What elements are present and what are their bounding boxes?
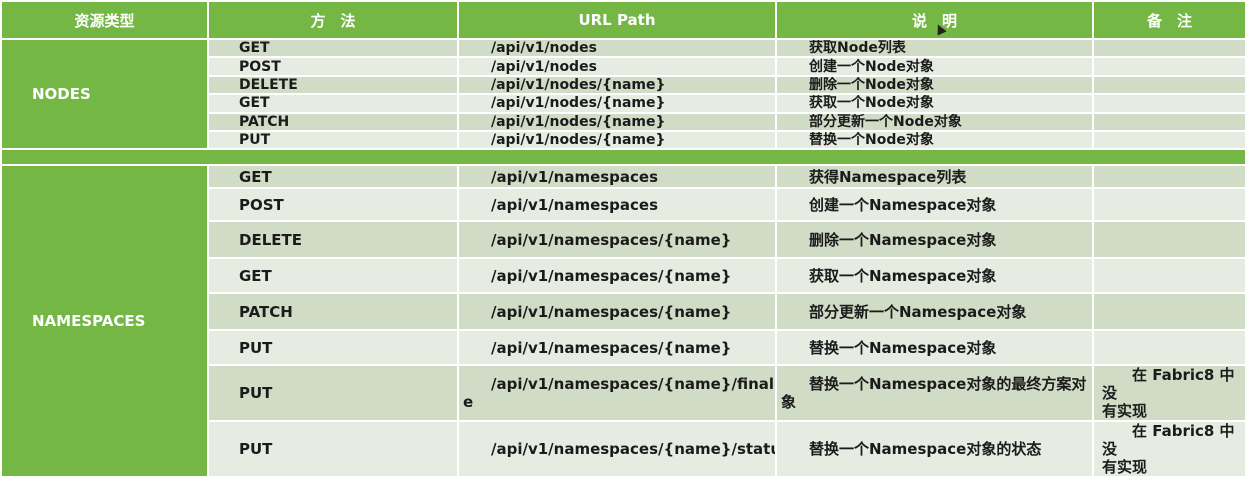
method-cell: DELETE	[209, 76, 457, 94]
note-cell	[1094, 189, 1245, 221]
method-cell: GET	[209, 166, 457, 188]
url-cell: /api/v1/namespaces/{name}/status	[459, 422, 775, 477]
description-cell: 获取Node列表	[777, 40, 1092, 57]
group-separator	[2, 150, 1245, 165]
url-cell: /api/v1/nodes/{name}	[459, 95, 775, 112]
note-cell	[1094, 40, 1245, 57]
url-cell: /api/v1/nodes	[459, 40, 775, 57]
url-cell: /api/v1/namespaces/{name}/finaliz e	[459, 366, 775, 421]
description-cell: 获取一个Node对象	[777, 95, 1092, 112]
method-cell: POST	[209, 58, 457, 75]
description-cell: 替换一个Namespace对象的最终方案对 象	[777, 366, 1092, 421]
method-cell: GET	[209, 40, 457, 57]
header-method: 方 法	[209, 2, 457, 38]
header-note: 备 注	[1094, 2, 1245, 38]
table-row: NODES GET /api/v1/nodes 获取Node列表	[2, 40, 1245, 149]
note-cell	[1094, 166, 1245, 188]
api-table-slide: 资源类型 方 法 URL Path 说 明 备 注 NODES GET /api…	[0, 0, 1245, 480]
note-cell	[1094, 259, 1245, 293]
description-wrap-text: 象	[781, 393, 797, 412]
note-text: 在 Fabric8 中 没	[1102, 366, 1235, 403]
url-cell: /api/v1/namespaces/{name}	[459, 259, 775, 293]
description-cell: 创建一个Namespace对象	[777, 189, 1092, 221]
note-cell	[1094, 294, 1245, 330]
method-cell: GET	[209, 95, 457, 112]
note-cell	[1094, 222, 1245, 258]
method-cell: PATCH	[209, 113, 457, 130]
note-cell	[1094, 76, 1245, 94]
note-cell: 在 Fabric8 中 没 有实现	[1094, 366, 1245, 421]
method-cell: POST	[209, 189, 457, 221]
note-cell	[1094, 95, 1245, 112]
note-cell	[1094, 131, 1245, 149]
url-cell: /api/v1/namespaces/{name}	[459, 222, 775, 258]
description-cell: 替换一个Node对象	[777, 131, 1092, 149]
note-cell: 在 Fabric8 中 没 有实现	[1094, 422, 1245, 477]
resource-namespaces: NAMESPACES	[2, 166, 207, 477]
resource-nodes: NODES	[2, 40, 207, 149]
table-row: NAMESPACES GET /api/v1/namespaces 获得Name…	[2, 166, 1245, 477]
description-cell: 替换一个Namespace对象	[777, 331, 1092, 365]
url-cell: /api/v1/nodes/{name}	[459, 113, 775, 130]
method-cell: PUT	[209, 131, 457, 149]
description-cell: 部分更新一个Node对象	[777, 113, 1092, 130]
method-cell: PUT	[209, 422, 457, 477]
note-cell	[1094, 113, 1245, 130]
description-cell: 删除一个Namespace对象	[777, 222, 1092, 258]
method-cell: GET	[209, 259, 457, 293]
method-cell: DELETE	[209, 222, 457, 258]
url-cell: /api/v1/namespaces	[459, 166, 775, 188]
note-text: 在 Fabric8 中 没	[1102, 422, 1235, 459]
header-resource-type: 资源类型	[2, 2, 207, 38]
description-cell: 替换一个Namespace对象的状态	[777, 422, 1092, 477]
description-cell: 获取一个Namespace对象	[777, 259, 1092, 293]
url-cell: /api/v1/nodes/{name}	[459, 131, 775, 149]
url-cell: /api/v1/nodes/{name}	[459, 76, 775, 94]
description-cell: 部分更新一个Namespace对象	[777, 294, 1092, 330]
url-text: /api/v1/namespaces/{name}/finaliz	[491, 375, 775, 394]
header-url-path: URL Path	[459, 2, 775, 38]
note-cell	[1094, 331, 1245, 365]
description-cell: 获得Namespace列表	[777, 166, 1092, 188]
url-cell: /api/v1/nodes	[459, 58, 775, 75]
note-wrap-text: 有实现	[1102, 402, 1148, 421]
url-cell: /api/v1/namespaces/{name}	[459, 294, 775, 330]
note-wrap-text: 有实现	[1102, 458, 1148, 477]
header-row: 资源类型 方 法 URL Path 说 明 备 注	[2, 2, 1245, 38]
method-cell: PUT	[209, 366, 457, 421]
description-text: 替换一个Namespace对象的最终方案对	[809, 375, 1087, 394]
header-description: 说 明	[777, 2, 1092, 38]
description-cell: 删除一个Node对象	[777, 76, 1092, 94]
separator-band	[2, 150, 1245, 165]
url-wrap-text: e	[463, 393, 474, 412]
description-cell: 创建一个Node对象	[777, 58, 1092, 75]
note-cell	[1094, 58, 1245, 75]
method-cell: PUT	[209, 331, 457, 365]
url-cell: /api/v1/namespaces	[459, 189, 775, 221]
method-cell: PATCH	[209, 294, 457, 330]
api-resource-table: 资源类型 方 法 URL Path 说 明 备 注 NODES GET /api…	[0, 0, 1245, 478]
url-cell: /api/v1/namespaces/{name}	[459, 331, 775, 365]
